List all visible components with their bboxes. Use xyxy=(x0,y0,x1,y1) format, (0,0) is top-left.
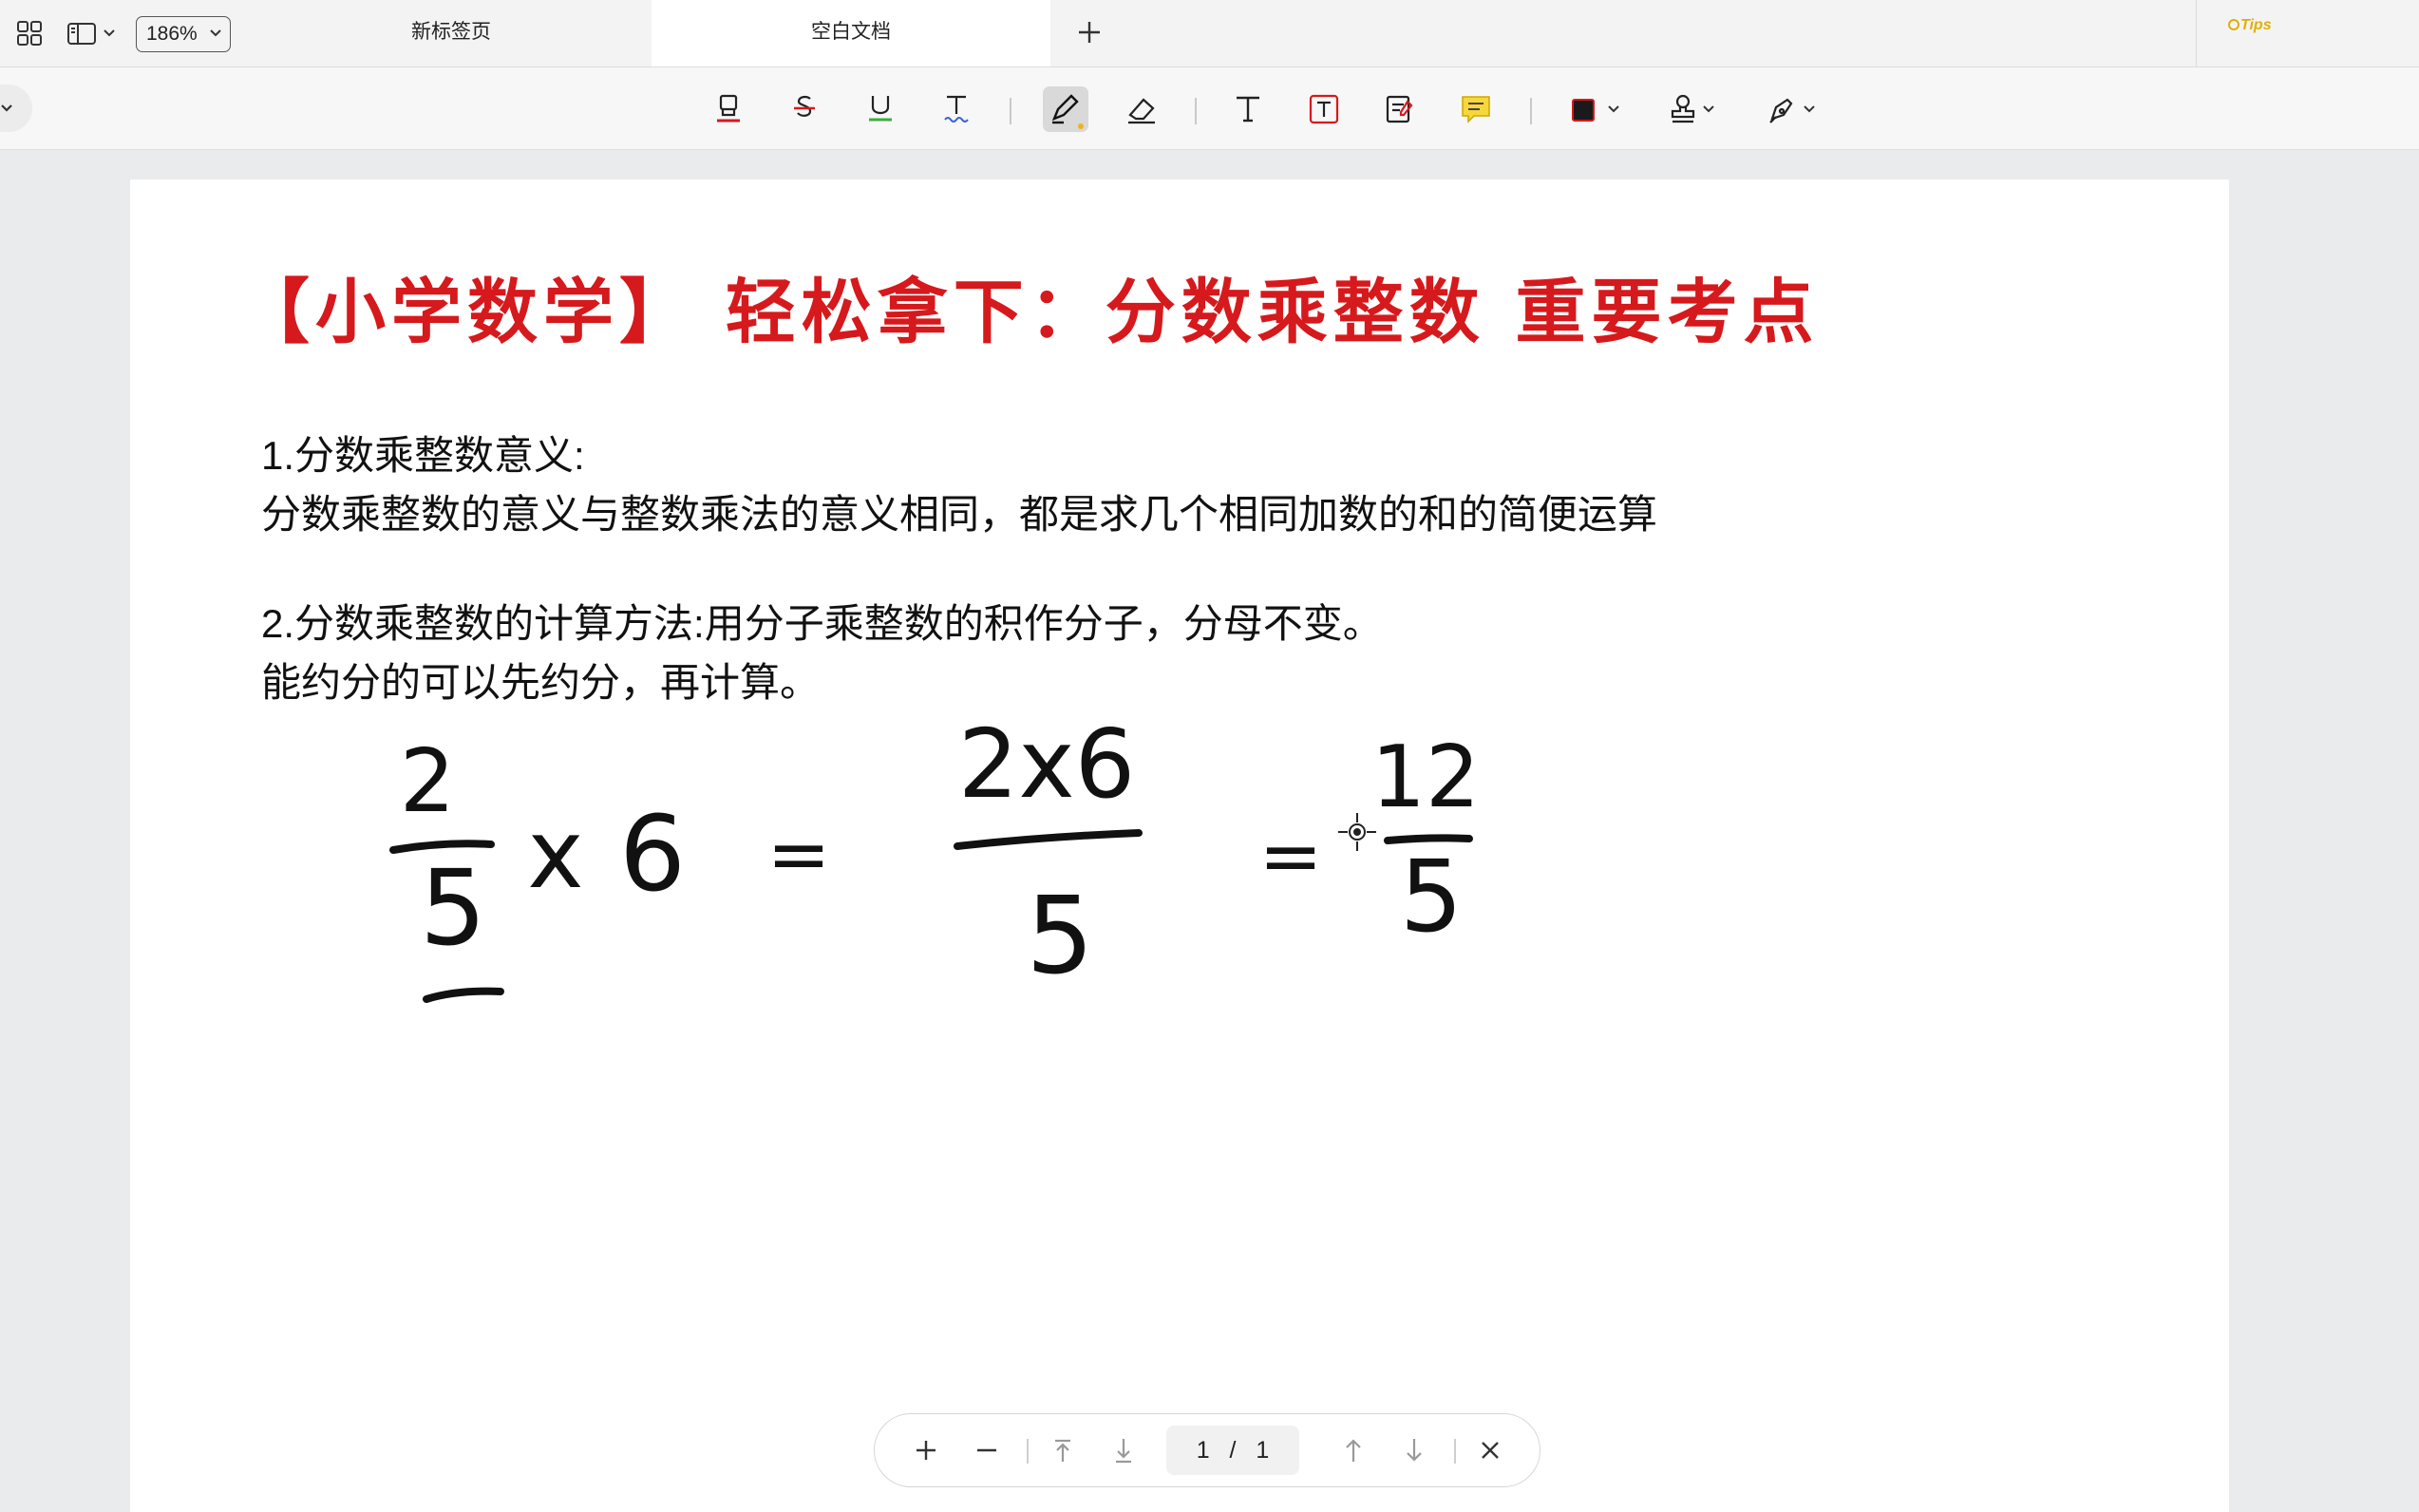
hw-equals-2: = xyxy=(1258,812,1322,900)
findbar-separator xyxy=(1027,1439,1029,1464)
sidebar-toggle-icon[interactable] xyxy=(66,19,122,52)
next-page-icon[interactable] xyxy=(1397,1433,1431,1467)
new-tab-button[interactable] xyxy=(1073,16,1106,48)
signature-icon[interactable] xyxy=(1763,88,1820,130)
findbar-separator xyxy=(1454,1439,1456,1464)
toolbar-separator xyxy=(1530,98,1532,124)
eraser-icon[interactable] xyxy=(1121,88,1162,130)
grid-view-icon[interactable] xyxy=(15,19,44,52)
strikethrough-icon[interactable] xyxy=(784,88,825,130)
tab-new[interactable]: 新标签页 xyxy=(247,0,655,66)
crosshair-cursor-icon xyxy=(1336,811,1378,858)
highlight-text-icon[interactable] xyxy=(708,88,749,130)
comment-icon[interactable] xyxy=(1455,88,1497,130)
underline-icon[interactable] xyxy=(860,88,901,130)
page-indicator[interactable]: 1 / 1 xyxy=(1166,1426,1299,1475)
hw-times-sign: x xyxy=(527,799,583,910)
zoom-out-icon[interactable] xyxy=(970,1433,1004,1467)
toolbar-separator xyxy=(1010,98,1011,124)
chevron-down-icon xyxy=(209,17,222,60)
pen-icon[interactable] xyxy=(1043,86,1088,132)
document-page[interactable]: 【小学数学】 轻松拿下：分数乘整数 重要考点 1.分数乘整数意义: 分数乘整数的… xyxy=(130,180,2229,1512)
hw-term1-numerator: 2 xyxy=(400,730,456,832)
hw-term2-denominator: 5 xyxy=(1026,875,1093,998)
collapse-button[interactable] xyxy=(0,85,32,132)
tab-blank-document[interactable]: 空白文档 xyxy=(652,0,1050,66)
tab-bar: 186% 新标签页 空白文档 Tips xyxy=(0,0,2419,67)
tab-label: 新标签页 xyxy=(411,21,491,43)
annotation-toolbar xyxy=(0,67,2419,150)
hw-term1-denominator: 5 xyxy=(420,847,486,969)
text-icon[interactable] xyxy=(1227,88,1269,130)
textbox-icon[interactable] xyxy=(1303,88,1345,130)
squiggly-text-icon[interactable] xyxy=(935,88,977,130)
previous-page-icon[interactable] xyxy=(1336,1433,1370,1467)
last-page-icon[interactable] xyxy=(1106,1433,1141,1467)
toolbar-separator xyxy=(1195,98,1197,124)
tab-label: 空白文档 xyxy=(811,21,891,43)
zoom-value: 186% xyxy=(146,23,198,45)
total-pages: 1 xyxy=(1256,1437,1270,1464)
zoom-select[interactable]: 186% xyxy=(136,16,231,52)
stamp-icon[interactable] xyxy=(1664,88,1721,130)
current-page: 1 xyxy=(1196,1437,1210,1464)
hw-result-numerator: 12 xyxy=(1371,728,1481,827)
zoom-in-icon[interactable] xyxy=(909,1433,943,1467)
handwritten-equation[interactable]: 2 5 x 6 = 2x6 5 = 12 5 xyxy=(130,180,2229,1512)
tips-area[interactable]: Tips xyxy=(2196,0,2419,66)
tips-logo: Tips xyxy=(2227,17,2272,34)
hw-equals-1: = xyxy=(766,810,830,898)
hw-multiplier: 6 xyxy=(619,793,686,915)
page-navigation-bar: 1 / 1 xyxy=(874,1413,1540,1487)
close-icon[interactable] xyxy=(1473,1433,1507,1467)
first-page-icon[interactable] xyxy=(1046,1433,1080,1467)
hw-term2-numerator: 2x6 xyxy=(958,709,1135,820)
note-icon[interactable] xyxy=(1379,88,1421,130)
color-swatch[interactable] xyxy=(1567,88,1624,130)
hw-result-denominator: 5 xyxy=(1400,839,1463,954)
page-separator: / xyxy=(1229,1437,1237,1464)
